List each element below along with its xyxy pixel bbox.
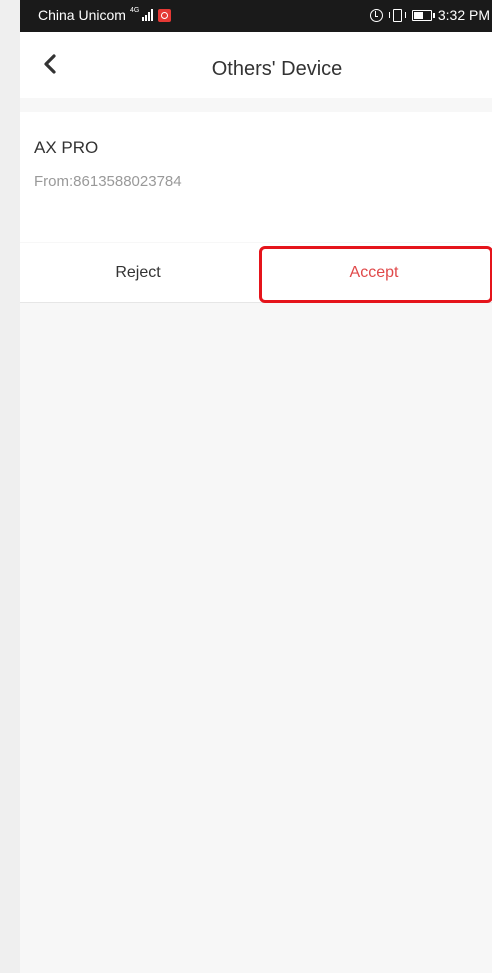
- status-left: China Unicom 4G: [38, 6, 172, 23]
- phone-screen: China Unicom 4G 3:32 PM Others' Device A…: [20, 0, 492, 973]
- accept-button[interactable]: Accept: [256, 243, 492, 302]
- vibrate-icon: [388, 8, 406, 22]
- carrier-name: China Unicom: [38, 7, 126, 23]
- status-time: 3:32 PM: [437, 7, 490, 23]
- page-title: Others' Device: [211, 58, 343, 80]
- device-card: AX PRO From:8613588023784: [20, 112, 492, 242]
- battery-icon: [411, 9, 435, 21]
- alarm-icon: [369, 8, 383, 22]
- device-sender: From:8613588023784: [34, 173, 182, 190]
- device-name: AX PRO: [34, 138, 99, 157]
- screen-record-icon: [158, 8, 172, 22]
- network-type-label: 4G: [129, 6, 140, 14]
- signal-icon: [142, 9, 154, 21]
- reject-button[interactable]: Reject: [20, 243, 256, 302]
- status-bar: China Unicom 4G 3:32 PM: [20, 0, 492, 32]
- status-right: 3:32 PM: [369, 7, 490, 23]
- navigation-bar: Others' Device: [20, 32, 492, 98]
- action-row: Reject Accept: [20, 243, 492, 303]
